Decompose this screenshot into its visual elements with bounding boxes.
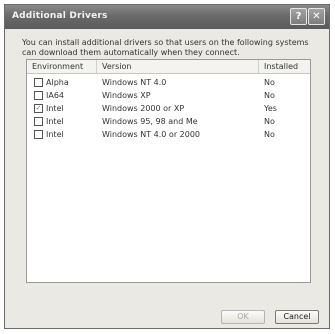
- drivers-list[interactable]: Environment Version Installed Alpha Wind…: [26, 59, 311, 283]
- close-button[interactable]: ✕: [308, 8, 325, 25]
- dialog-title: Additional Drivers: [12, 11, 108, 21]
- version-cell: Windows NT 4.0: [102, 78, 167, 87]
- row-checkbox[interactable]: [34, 130, 43, 139]
- environment-cell: Intel: [46, 104, 64, 113]
- column-header-environment[interactable]: Environment: [27, 60, 97, 73]
- version-cell: Windows XP: [102, 91, 151, 100]
- environment-cell: IA64: [46, 91, 65, 100]
- installed-cell: No: [264, 130, 275, 139]
- installed-cell: Yes: [264, 104, 277, 113]
- list-header: Environment Version Installed: [27, 60, 310, 74]
- column-header-installed[interactable]: Installed: [259, 60, 311, 73]
- installed-cell: No: [264, 117, 275, 126]
- row-checkbox[interactable]: [34, 78, 43, 87]
- title-bar: Additional Drivers ? ✕: [5, 5, 329, 29]
- column-header-version[interactable]: Version: [97, 60, 259, 73]
- help-icon: ?: [295, 11, 302, 22]
- driver-row-intel-95-98-me[interactable]: Intel Windows 95, 98 and Me No: [27, 115, 310, 128]
- environment-cell: Intel: [46, 130, 64, 139]
- additional-drivers-dialog: Additional Drivers ? ✕ You can install a…: [4, 4, 330, 329]
- version-cell: Windows 2000 or XP: [102, 104, 185, 113]
- installed-cell: No: [264, 78, 275, 87]
- driver-row-alpha[interactable]: Alpha Windows NT 4.0 No: [27, 76, 310, 89]
- driver-row-ia64[interactable]: IA64 Windows XP No: [27, 89, 310, 102]
- environment-cell: Intel: [46, 117, 64, 126]
- help-button[interactable]: ?: [290, 8, 307, 25]
- ok-button[interactable]: OK: [221, 310, 265, 324]
- row-checkbox-checked[interactable]: ✓: [34, 104, 43, 113]
- version-cell: Windows NT 4.0 or 2000: [102, 130, 201, 139]
- driver-row-intel-2000-xp[interactable]: ✓ Intel Windows 2000 or XP Yes: [27, 102, 310, 115]
- cancel-button[interactable]: Cancel: [275, 310, 319, 324]
- version-cell: Windows 95, 98 and Me: [102, 117, 198, 126]
- description-text: You can install additional drivers so th…: [22, 38, 309, 57]
- environment-cell: Alpha: [46, 78, 69, 87]
- driver-row-intel-nt4-2000[interactable]: Intel Windows NT 4.0 or 2000 No: [27, 128, 310, 141]
- close-icon: ✕: [312, 11, 321, 22]
- row-checkbox[interactable]: [34, 91, 43, 100]
- row-checkbox[interactable]: [34, 117, 43, 126]
- installed-cell: No: [264, 91, 275, 100]
